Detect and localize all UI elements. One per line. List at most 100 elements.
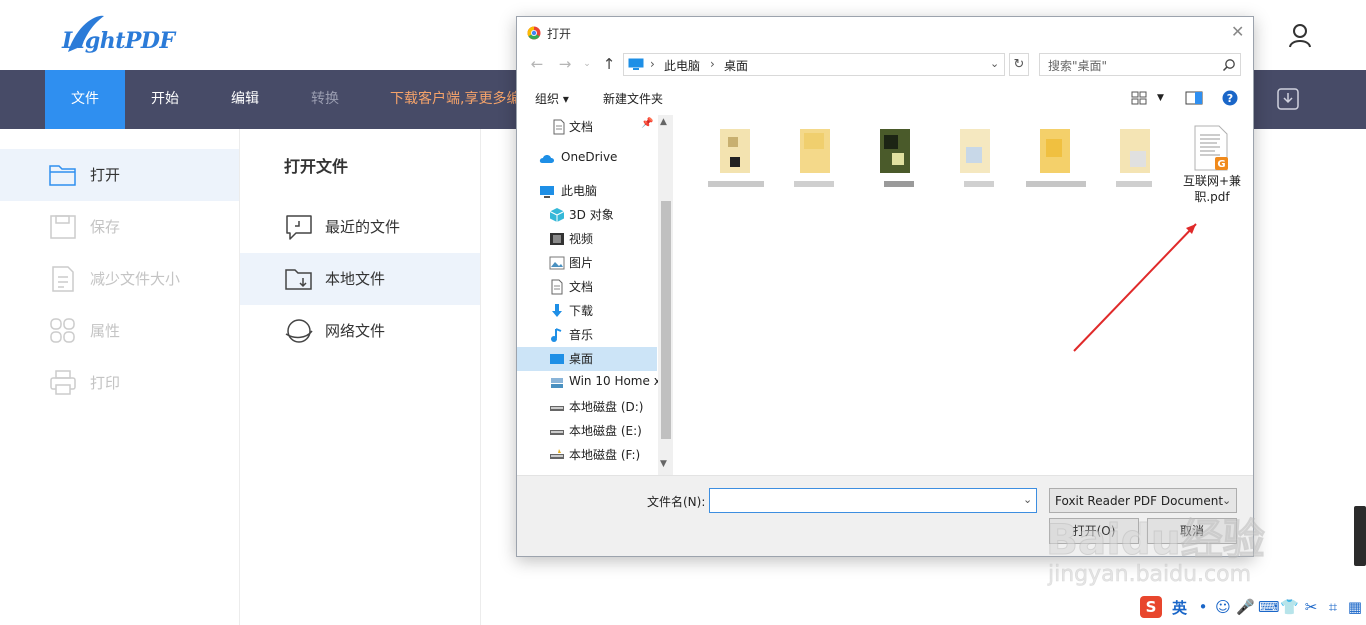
keyboard-icon[interactable]: ⌨: [1258, 598, 1280, 616]
search-placeholder: 搜索"桌面": [1048, 59, 1108, 73]
filename-dropdown-icon[interactable]: ⌄: [1023, 493, 1032, 506]
blurred-file-thumbnail[interactable]: [940, 125, 1012, 193]
breadcrumb-this-pc[interactable]: 此电脑: [664, 57, 700, 74]
skin-shirt-icon[interactable]: 👕: [1280, 598, 1299, 616]
help-icon[interactable]: ?: [1221, 90, 1239, 106]
menu-save-label: 保存: [90, 218, 121, 236]
close-icon[interactable]: ✕: [1231, 24, 1245, 40]
toolbox-icon[interactable]: ✂: [1302, 598, 1320, 616]
nav-videos[interactable]: 视频: [517, 227, 657, 251]
nav-documents[interactable]: 文档: [517, 275, 657, 299]
tab-start[interactable]: 开始: [125, 70, 205, 129]
blurred-file-thumbnail[interactable]: [860, 125, 932, 193]
search-input[interactable]: 搜索"桌面": [1039, 53, 1241, 76]
nav-label: 文档: [569, 120, 594, 134]
foxit-pdf-file-icon: G: [1194, 125, 1228, 171]
blurred-file-thumbnail[interactable]: [1020, 125, 1092, 193]
address-bar[interactable]: › 此电脑 › 桌面 ⌄: [623, 53, 1005, 76]
network-files-item[interactable]: 网络文件: [240, 305, 480, 357]
nav-pane-scroll-thumb[interactable]: [661, 201, 671, 439]
cloud-globe-icon: [285, 319, 313, 343]
microphone-icon[interactable]: 🎤: [1236, 598, 1255, 616]
menu-print[interactable]: 打印: [0, 357, 239, 409]
folder-icon: [49, 165, 76, 186]
nav-documents-pinned[interactable]: 文档 📌: [517, 115, 657, 139]
nav-onedrive[interactable]: OneDrive: [517, 147, 657, 171]
menu-open-label: 打开: [90, 166, 121, 184]
nav-network-drive[interactable]: Win 10 Home x: [517, 371, 661, 395]
printer-icon: [50, 370, 76, 395]
menu-save[interactable]: 保存: [0, 201, 239, 253]
volume-meter: [1354, 506, 1366, 566]
blurred-file-thumbnail[interactable]: [700, 125, 772, 193]
nav-music[interactable]: 音乐: [517, 323, 657, 347]
new-folder-button[interactable]: 新建文件夹: [603, 90, 663, 107]
crop-icon[interactable]: ⌗: [1324, 598, 1342, 616]
view-options-icon[interactable]: [1131, 90, 1149, 106]
svg-text:?: ?: [1227, 92, 1233, 105]
breadcrumb-separator: ›: [650, 57, 655, 71]
menu-properties-label: 属性: [90, 322, 121, 340]
nav-drive-d[interactable]: 本地磁盘 (D:): [517, 395, 657, 419]
local-folder-icon: [285, 269, 312, 290]
scroll-up-icon[interactable]: ▲: [660, 117, 667, 127]
save-icon: [50, 215, 76, 239]
recent-locations-chevron-icon[interactable]: ⌄: [579, 56, 595, 72]
document-icon: [551, 279, 563, 295]
menu-open[interactable]: 打开: [0, 149, 239, 201]
scroll-down-icon[interactable]: ▼: [660, 459, 667, 469]
svg-text:G: G: [1217, 159, 1225, 170]
nav-label: 本地磁盘 (F:): [569, 448, 641, 462]
nav-label: 本地磁盘 (D:): [569, 400, 644, 414]
back-arrow-icon[interactable]: ←: [529, 56, 545, 72]
punctuation-icon[interactable]: •: [1194, 598, 1212, 616]
nav-pictures[interactable]: 图片: [517, 251, 657, 275]
menu-compress[interactable]: 减少文件大小: [0, 253, 239, 305]
up-arrow-icon[interactable]: ↑: [601, 56, 617, 72]
nav-drive-e[interactable]: 本地磁盘 (E:): [517, 419, 657, 443]
breadcrumb-desktop[interactable]: 桌面: [724, 57, 748, 74]
nav-label: 此电脑: [561, 184, 598, 198]
pin-icon: 📌: [641, 118, 654, 129]
address-dropdown-icon[interactable]: ⌄: [990, 57, 999, 70]
view-dropdown-icon[interactable]: ▼: [1157, 93, 1164, 103]
network-drive-icon: [551, 378, 563, 388]
refresh-icon[interactable]: ↻: [1009, 53, 1029, 76]
nav-desktop[interactable]: 桌面: [517, 347, 657, 371]
download-icon[interactable]: [1276, 87, 1300, 111]
user-icon[interactable]: [1287, 22, 1313, 48]
menu-properties[interactable]: 属性: [0, 305, 239, 357]
tab-edit[interactable]: 编辑: [205, 70, 285, 129]
local-files-item[interactable]: 本地文件: [240, 253, 480, 305]
nav-label: 图片: [569, 256, 594, 270]
grid-menu-icon[interactable]: ▦: [1346, 598, 1364, 616]
filename-input[interactable]: [709, 488, 1037, 513]
nav-label: OneDrive: [561, 150, 618, 164]
network-files-label: 网络文件: [325, 322, 386, 340]
nav-downloads[interactable]: 下载: [517, 299, 657, 323]
blurred-file-thumbnail[interactable]: [780, 125, 852, 193]
tab-file[interactable]: 文件: [45, 70, 125, 129]
nav-label: 音乐: [569, 328, 594, 342]
organize-button[interactable]: 组织 ▾: [535, 90, 569, 107]
nav-drive-f[interactable]: 本地磁盘 (F:): [517, 443, 657, 467]
ime-toolbar: S 英 • ☺ 🎤 ⌨ 👕 ✂ ⌗ ▦: [1136, 593, 1366, 621]
nav-label: 视频: [569, 232, 594, 246]
tab-convert[interactable]: 转换: [285, 70, 365, 129]
nav-this-pc[interactable]: 此电脑: [517, 179, 657, 203]
nav-3d-objects[interactable]: 3D 对象: [517, 203, 657, 227]
emoji-icon[interactable]: ☺: [1214, 598, 1232, 616]
compress-icon: [52, 266, 74, 292]
ime-language-toggle[interactable]: 英: [1172, 597, 1187, 618]
recent-files-label: 最近的文件: [325, 218, 401, 236]
forward-arrow-icon[interactable]: →: [557, 56, 573, 72]
download-client-promo[interactable]: 下载客户端,享更多编: [390, 70, 520, 129]
nav-label: 本地磁盘 (E:): [569, 424, 642, 438]
logo-text: LightPDF: [62, 28, 175, 54]
music-icon: [551, 328, 562, 342]
blurred-file-thumbnail[interactable]: [1100, 125, 1172, 193]
preview-pane-icon[interactable]: [1185, 90, 1203, 106]
recent-files-item[interactable]: 最近的文件: [240, 201, 480, 253]
sogou-logo-icon[interactable]: S: [1140, 596, 1162, 618]
open-file-title: 打开文件: [284, 157, 349, 176]
